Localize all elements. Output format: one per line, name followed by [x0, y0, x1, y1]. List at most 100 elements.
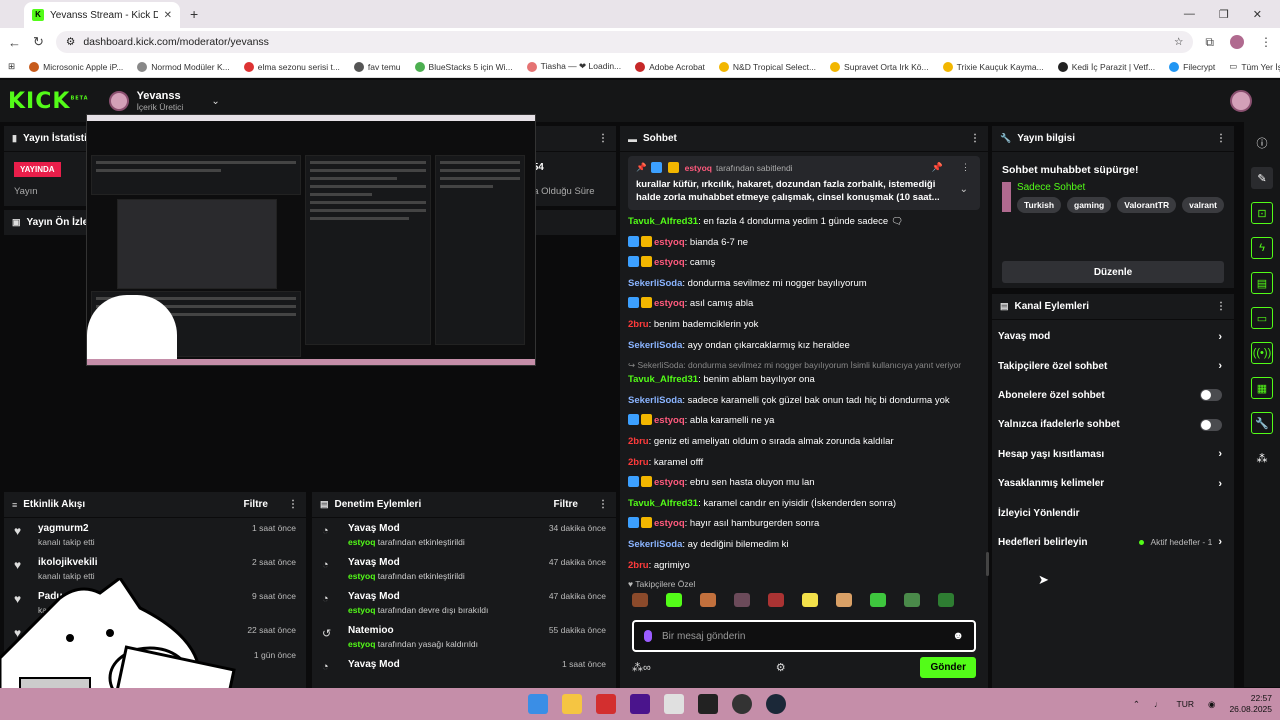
app-icon[interactable]: [630, 694, 650, 714]
bookmark-item[interactable]: elma sezonu serisi t...: [243, 61, 340, 72]
emote-icon[interactable]: [836, 593, 852, 608]
chat-message[interactable]: 2bru: geniz eti ameliyatı oldum o sırada…: [628, 435, 980, 448]
more-icon[interactable]: ⋮: [1216, 301, 1226, 312]
new-tab-icon[interactable]: +: [190, 6, 198, 22]
moderator-name[interactable]: estyoq: [348, 605, 375, 615]
activity-user[interactable]: yagmurm2: [38, 523, 242, 534]
chat-username[interactable]: estyoq: [654, 518, 685, 529]
document-icon[interactable]: ▤: [1251, 272, 1273, 294]
kick-logo[interactable]: KICKBETA: [8, 89, 89, 114]
chat-username[interactable]: 2bru: [628, 436, 649, 447]
emote-icon[interactable]: [632, 593, 648, 608]
chevron-down-icon[interactable]: ⌄: [960, 184, 968, 195]
chat-message[interactable]: estyoq: abla karamelli ne ya: [628, 414, 980, 427]
chat-username[interactable]: estyoq: [654, 415, 685, 426]
chat-scrollbar[interactable]: [986, 552, 989, 576]
close-tab-icon[interactable]: ✕: [164, 10, 172, 21]
chat-username[interactable]: SekerliSoda: [628, 539, 682, 550]
emote-icon[interactable]: [734, 593, 750, 608]
chat-username[interactable]: 2bru: [628, 457, 649, 468]
chat-username[interactable]: estyoq: [654, 237, 685, 248]
activity-item[interactable]: ♥ yagmurm2 kanalı takip etti 1 saat önce: [4, 518, 306, 552]
pinned-message[interactable]: 📌 estyoq tarafından sabitlendi kurallar kü…: [628, 156, 980, 210]
chrome-icon[interactable]: [664, 694, 684, 714]
chat-username[interactable]: 2bru: [628, 560, 649, 571]
info-icon[interactable]: ⓘ: [1251, 132, 1273, 154]
edit-icon[interactable]: ✎: [1251, 167, 1273, 189]
channel-action-item[interactable]: Hedefleri belirleyin Aktif hedefler - 1 ›: [992, 528, 1234, 557]
category-name[interactable]: Sadece Sohbet: [1017, 182, 1224, 193]
unpin-icon[interactable]: 📌: [932, 162, 943, 173]
moderation-item[interactable]: ◔ Yavaş Mod estyoq tarafından etkinleştiri…: [312, 552, 616, 586]
moderator-name[interactable]: estyoq: [348, 639, 375, 649]
bookmark-item[interactable]: BlueStacks 5 için Wi...: [414, 61, 513, 72]
wrench-icon[interactable]: 🔧: [1251, 412, 1273, 434]
moderation-item[interactable]: ◔ Yavaş Mod 1 saat önce: [312, 654, 616, 678]
chat-input[interactable]: Bir mesaj gönderin ☻: [632, 620, 976, 652]
moderation-item[interactable]: ◔ Yavaş Mod estyoq tarafından etkinleştiri…: [312, 518, 616, 552]
chat-message[interactable]: ↪ SekerliSoda: dondurma sevilmez mi nogg…: [628, 359, 980, 386]
emote-icon[interactable]: [870, 593, 886, 608]
chat-message[interactable]: estyoq: ebru sen hasta oluyon mu lan: [628, 476, 980, 489]
clock[interactable]: 22:57 26.08.2025: [1229, 693, 1272, 715]
channel-action-item[interactable]: Yavaş mod ›: [992, 322, 1234, 351]
channel-action-control[interactable]: Aktif hedefler - 1 ›: [1139, 536, 1222, 548]
chat-message[interactable]: SekerliSoda: sadece karamelli çok güzel …: [628, 394, 980, 407]
bookmark-item[interactable]: fav temu: [353, 61, 401, 72]
layout-icon[interactable]: ▦: [1251, 377, 1273, 399]
maximize-icon[interactable]: ❐: [1219, 8, 1229, 21]
bookmark-item[interactable]: Kedi İç Parazit | Vetf...: [1057, 61, 1155, 72]
chat-message[interactable]: SekerliSoda: ay dediğini bilemedim ki: [628, 538, 980, 551]
chat-username[interactable]: SekerliSoda: [628, 340, 682, 351]
bookmark-item[interactable]: N&D Tropical Select...: [718, 61, 816, 72]
reload-icon[interactable]: ↻: [33, 34, 44, 50]
chat-message[interactable]: estyoq: camış: [628, 256, 980, 269]
bookmark-item[interactable]: Adobe Acrobat: [635, 61, 705, 72]
chevron-down-icon[interactable]: ⌄: [211, 96, 219, 107]
lang-indicator[interactable]: TUR: [1177, 699, 1194, 709]
channel-action-control[interactable]: ›: [1218, 448, 1222, 460]
activity-user[interactable]: ikolojikvekili: [38, 557, 242, 568]
chat-username[interactable]: SekerliSoda: [628, 278, 682, 289]
emote-icon[interactable]: [938, 593, 954, 608]
chat-message[interactable]: 2bru: karamel offf: [628, 456, 980, 469]
filter-button[interactable]: Filtre: [244, 499, 268, 510]
site-info-icon[interactable]: ⚙: [66, 36, 75, 48]
bookmark-item[interactable]: Trixie Kauçuk Kayma...: [942, 61, 1044, 72]
obs-icon[interactable]: [732, 694, 752, 714]
all-bookmarks-folder[interactable]: ▭Tüm Yer İşaretleri: [1229, 61, 1280, 72]
channel-action-item[interactable]: Hesap yaşı kısıtlaması ›: [992, 440, 1234, 469]
edit-button[interactable]: Düzenle: [1002, 261, 1224, 283]
apps-icon[interactable]: ⁂: [1251, 447, 1273, 469]
chat-username[interactable]: estyoq: [654, 477, 685, 488]
filter-button[interactable]: Filtre: [554, 499, 578, 510]
channel-action-control[interactable]: [1200, 389, 1222, 402]
chat-username[interactable]: Tavuk_Alfred31: [628, 498, 698, 509]
mic-icon[interactable]: [644, 630, 652, 642]
moderator-name[interactable]: estyoq: [348, 537, 375, 547]
emoji-icon[interactable]: ☻: [952, 630, 964, 642]
browser-profile-avatar[interactable]: [1230, 35, 1244, 49]
stream-tag[interactable]: ValorantTR: [1117, 197, 1177, 213]
chat-message[interactable]: Tavuk_Alfred31: en fazla 4 dondurma yedi…: [628, 215, 980, 228]
stream-tag[interactable]: Turkish: [1016, 197, 1062, 213]
broadcast-icon[interactable]: ((•)): [1251, 342, 1273, 364]
emote-icon[interactable]: [768, 593, 784, 608]
extensions-icon[interactable]: ⧉: [1205, 35, 1214, 50]
chat-username[interactable]: 2bru: [628, 319, 649, 330]
moderation-item[interactable]: ◔ Yavaş Mod estyoq tarafından devre dışı b…: [312, 586, 616, 620]
bookmark-item[interactable]: Tiasha — ❤ Loadin...: [526, 61, 621, 72]
network-icon[interactable]: ◉: [1208, 699, 1215, 710]
emote-icon[interactable]: [666, 593, 682, 608]
channel-action-item[interactable]: Takipçilere özel sohbet ›: [992, 351, 1234, 380]
moderator-name[interactable]: estyoq: [348, 571, 375, 581]
more-icon[interactable]: ⋮: [598, 499, 608, 510]
chat-message[interactable]: Tavuk_Alfred31: karamel candır en iyisid…: [628, 497, 980, 510]
chat-username[interactable]: estyoq: [654, 298, 685, 309]
start-icon[interactable]: [528, 694, 548, 714]
browser-tab[interactable]: K Yevanss Stream - Kick Dashboar ✕: [24, 2, 180, 28]
chat-username[interactable]: Tavuk_Alfred31: [628, 374, 698, 385]
address-bar[interactable]: ⚙ dashboard.kick.com/moderator/yevanss ☆: [55, 31, 1194, 53]
channel-action-control[interactable]: ›: [1218, 331, 1222, 343]
chevron-up-icon[interactable]: ⌃: [1133, 699, 1140, 710]
